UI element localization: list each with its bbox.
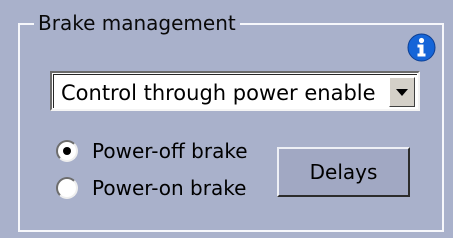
info-icon[interactable] [407, 33, 436, 62]
select-value: Control through power enable [61, 81, 376, 105]
radio-dot [63, 147, 71, 155]
dropdown-arrow-button[interactable] [389, 77, 415, 107]
select-field: Control through power enable [53, 74, 417, 108]
radio-button-checked-icon[interactable] [56, 140, 78, 162]
radio-label-power-off: Power-off brake [92, 139, 248, 163]
brake-control-mode-select[interactable]: Control through power enable [50, 71, 420, 111]
brake-management-panel: Brake management Control through power e… [0, 0, 453, 238]
delays-button[interactable]: Delays [277, 147, 410, 197]
radio-label-power-on: Power-on brake [92, 176, 247, 200]
radio-button-unchecked-icon[interactable] [56, 177, 78, 199]
group-title: Brake management [34, 12, 240, 34]
